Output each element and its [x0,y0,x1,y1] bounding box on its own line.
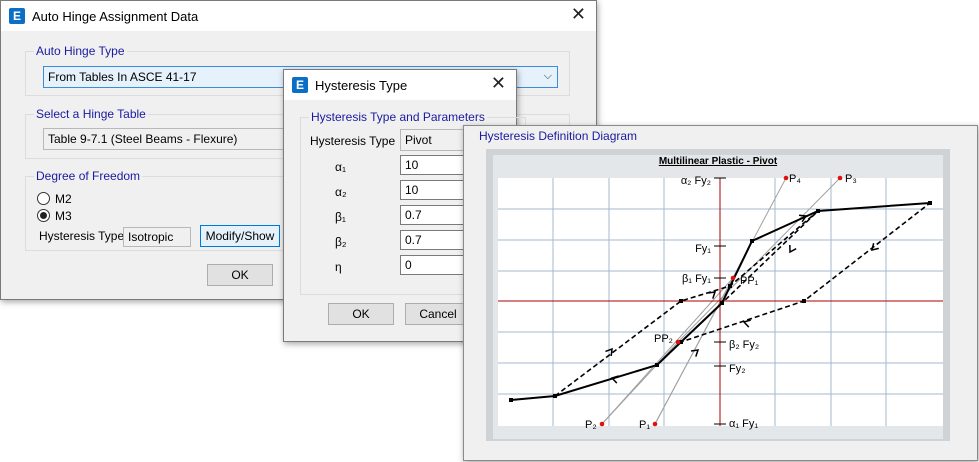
title-bar: E Hysteresis Type ✕ [284,70,516,100]
select-value: From Tables In ASCE 41-17 [48,70,197,84]
eta-label: η [335,260,342,274]
chevron-down-icon: ⌵ [543,70,552,82]
group-label: Hysteresis Type and Parameters [309,110,487,124]
radio-m3[interactable] [37,209,50,222]
close-icon[interactable]: ✕ [571,6,586,24]
beta1-label: β₁ [335,210,346,224]
title-bar: E Auto Hinge Assignment Data ✕ [1,1,596,31]
ok-button[interactable]: OK [207,264,273,286]
field-value: 0.7 [405,233,422,247]
radio-m3-label: M3 [55,209,72,223]
hysteresis-type-label: Hysteresis Type [39,229,125,243]
field-value: 10 [405,183,419,197]
modify-show-button[interactable]: Modify/Show [200,225,280,247]
hysteresis-type-field: Isotropic [123,227,191,247]
app-logo-icon: E [292,77,308,93]
window-title: Auto Hinge Assignment Data [32,8,199,24]
field-value: Pivot [405,133,432,147]
group-label: Degree of Freedom [34,169,143,183]
cancel-button[interactable]: Cancel [405,303,471,325]
window-title: Hysteresis Type [315,77,408,93]
group-label: Select a Hinge Table [34,107,148,121]
plot-frame: Multilinear Plastic - Pivot [486,149,950,441]
close-icon[interactable]: ✕ [491,75,506,93]
alpha2-label: α₂ [335,185,347,199]
hysteresis-type-label: Hysteresis Type [310,134,396,148]
radio-m2[interactable] [37,192,50,205]
group-label: Auto Hinge Type [34,44,127,58]
ok-button[interactable]: OK [328,303,394,325]
alpha1-label: α₁ [335,160,346,174]
beta2-label: β₂ [335,235,347,249]
diagram-group-label: Hysteresis Definition Diagram [479,129,638,143]
field-value: 10 [405,158,419,172]
field-value: 0.7 [405,208,422,222]
plot-title: Multilinear Plastic - Pivot [658,156,778,167]
plot-area: Multilinear Plastic - Pivot [493,155,943,439]
app-logo-icon: E [9,8,25,24]
select-value: Table 9-7.1 (Steel Beams - Flexure) [48,132,238,146]
field-value: Isotropic [128,230,174,244]
radio-m2-label: M2 [55,192,72,206]
field-value: 0 [405,258,412,272]
